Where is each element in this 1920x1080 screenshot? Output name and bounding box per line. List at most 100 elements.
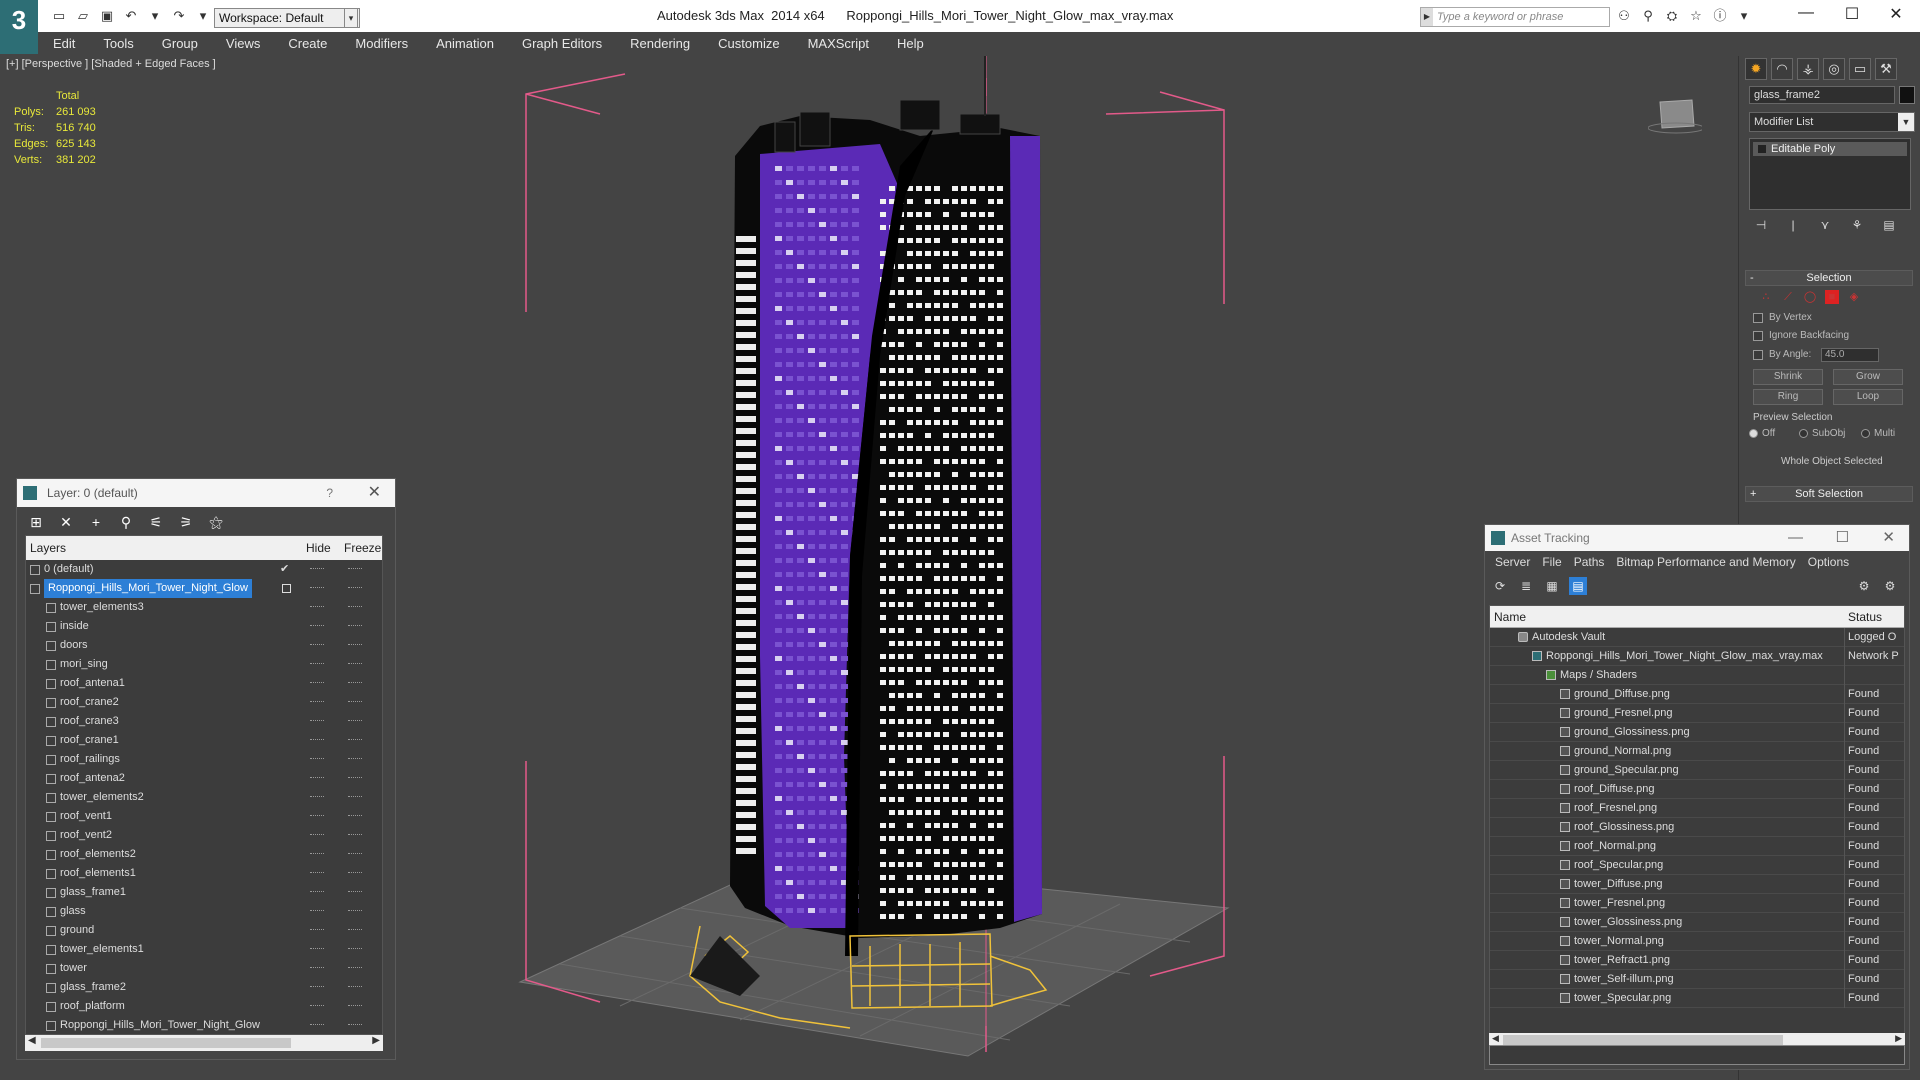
- asset-row[interactable]: Roppongi_Hills_Mori_Tower_Night_Glow_max…: [1490, 647, 1904, 666]
- hierarchy-tab-icon[interactable]: ⚶: [1797, 58, 1819, 80]
- stack-item-editable-poly[interactable]: Editable Poly: [1753, 142, 1907, 156]
- search-icon[interactable]: ⚲: [1640, 8, 1656, 24]
- subscription-icon[interactable]: ⛭: [1664, 8, 1680, 24]
- asset-row[interactable]: roof_Fresnel.png Found: [1490, 799, 1904, 818]
- maximize-icon[interactable]: ☐: [1832, 4, 1872, 24]
- asset-row[interactable]: tower_Diffuse.png Found: [1490, 875, 1904, 894]
- layer-name[interactable]: inside: [60, 617, 89, 636]
- layer-name[interactable]: roof_vent2: [60, 826, 112, 845]
- app-logo-icon[interactable]: 3: [0, 0, 38, 54]
- set-current-layer-icon[interactable]: [282, 584, 291, 593]
- layer-name[interactable]: ground: [60, 921, 94, 940]
- hide-toggle[interactable]: [310, 815, 324, 817]
- layer-row[interactable]: roof_elements2: [26, 845, 382, 864]
- col-name[interactable]: Name: [1494, 610, 1526, 624]
- asset-row[interactable]: Maps / Shaders: [1490, 666, 1904, 685]
- hide-toggle[interactable]: [310, 929, 324, 931]
- layer-name[interactable]: Roppongi_Hills_Mori_Tower_Night_Glow: [44, 579, 252, 598]
- asset-row[interactable]: ground_Diffuse.png Found: [1490, 685, 1904, 704]
- modify-tab-icon[interactable]: ◠: [1771, 58, 1793, 80]
- settings-icon[interactable]: ⚙: [1881, 577, 1899, 595]
- minimize-icon[interactable]: —: [1786, 4, 1826, 22]
- freeze-toggle[interactable]: [348, 587, 362, 589]
- layer-name[interactable]: tower_elements2: [60, 788, 144, 807]
- asset-menu-options[interactable]: Options: [1802, 551, 1855, 573]
- col-layers[interactable]: Layers: [30, 541, 66, 555]
- hide-toggle[interactable]: [310, 568, 324, 570]
- freeze-toggle[interactable]: [348, 948, 362, 950]
- maximize-icon[interactable]: ☐: [1836, 525, 1849, 551]
- asset-menu-file[interactable]: File: [1536, 551, 1567, 573]
- layer-row[interactable]: roof_antena2: [26, 769, 382, 788]
- by-angle-checkbox[interactable]: By Angle:: [1753, 349, 1811, 360]
- hide-toggle[interactable]: [310, 739, 324, 741]
- select-in-layer-icon[interactable]: ⚲: [117, 513, 135, 531]
- asset-path-field[interactable]: [1489, 1045, 1905, 1065]
- layer-row[interactable]: tower_elements3: [26, 598, 382, 617]
- shrink-button[interactable]: Shrink: [1753, 369, 1823, 385]
- grow-button[interactable]: Grow: [1833, 369, 1903, 385]
- layer-row[interactable]: glass_frame1: [26, 883, 382, 902]
- add-to-layer-icon[interactable]: +: [87, 513, 105, 531]
- minimize-icon[interactable]: —: [1788, 525, 1803, 551]
- hide-toggle[interactable]: [310, 663, 324, 665]
- hide-toggle[interactable]: [310, 701, 324, 703]
- border-icon[interactable]: ◯: [1803, 290, 1817, 304]
- checkbox-box[interactable]: [1753, 349, 1763, 360]
- thumbnail-view-icon[interactable]: ▦: [1543, 577, 1561, 595]
- save-icon[interactable]: ▣: [98, 8, 116, 24]
- freeze-toggle[interactable]: [348, 967, 362, 969]
- remove-modifier-icon[interactable]: ⚘: [1849, 218, 1865, 234]
- layer-name[interactable]: 0 (default): [44, 560, 94, 579]
- layer-name[interactable]: roof_railings: [60, 750, 120, 769]
- layer-row[interactable]: tower_elements2: [26, 788, 382, 807]
- scroll-thumb[interactable]: [1503, 1035, 1783, 1045]
- close-icon[interactable]: ✕: [368, 479, 381, 507]
- layer-name[interactable]: roof_antena2: [60, 769, 125, 788]
- hide-toggle[interactable]: [310, 625, 324, 627]
- angle-spinner[interactable]: 45.0: [1821, 348, 1879, 362]
- asset-row[interactable]: tower_Self-illum.png Found: [1490, 970, 1904, 989]
- asset-row[interactable]: ground_Specular.png Found: [1490, 761, 1904, 780]
- freeze-toggle[interactable]: [348, 682, 362, 684]
- layer-row[interactable]: roof_vent2: [26, 826, 382, 845]
- menu-maxscript[interactable]: MAXScript: [793, 32, 882, 54]
- asset-row[interactable]: tower_Glossiness.png Found: [1490, 913, 1904, 932]
- hide-toggle[interactable]: [310, 948, 324, 950]
- asset-row[interactable]: roof_Normal.png Found: [1490, 837, 1904, 856]
- hide-toggle[interactable]: [310, 587, 324, 589]
- asset-row[interactable]: ground_Glossiness.png Found: [1490, 723, 1904, 742]
- by-vertex-checkbox[interactable]: By Vertex: [1753, 312, 1812, 323]
- layer-name[interactable]: Roppongi_Hills_Mori_Tower_Night_Glow: [60, 1016, 260, 1035]
- freeze-toggle[interactable]: [348, 701, 362, 703]
- preview-multi-radio[interactable]: Multi: [1861, 428, 1895, 439]
- help-icon[interactable]: ⓘ: [1712, 8, 1728, 24]
- create-tab-icon[interactable]: ✹: [1745, 58, 1767, 80]
- undo-icon[interactable]: ↶: [122, 8, 140, 24]
- close-icon[interactable]: ✕: [1882, 525, 1895, 551]
- hide-toggle[interactable]: [310, 853, 324, 855]
- layer-row[interactable]: roof_vent1: [26, 807, 382, 826]
- favorites-star-icon[interactable]: ☆: [1688, 8, 1704, 24]
- layer-row[interactable]: tower_elements1: [26, 940, 382, 959]
- asset-row[interactable]: roof_Specular.png Found: [1490, 856, 1904, 875]
- horizontal-scrollbar[interactable]: ◀ ▶: [25, 1035, 383, 1051]
- hide-toggle[interactable]: [310, 606, 324, 608]
- help-dropdown-icon[interactable]: ▾: [1736, 8, 1752, 24]
- layer-row[interactable]: roof_crane3: [26, 712, 382, 731]
- layer-row[interactable]: Roppongi_Hills_Mori_Tower_Night_Glow: [26, 1016, 382, 1035]
- freeze-toggle[interactable]: [348, 720, 362, 722]
- freeze-toggle[interactable]: [348, 568, 362, 570]
- layer-row[interactable]: roof_elements1: [26, 864, 382, 883]
- layer-row[interactable]: roof_crane1: [26, 731, 382, 750]
- layer-row[interactable]: tower: [26, 959, 382, 978]
- make-unique-icon[interactable]: ⋎: [1817, 218, 1833, 234]
- menu-edit[interactable]: Edit: [38, 32, 88, 54]
- asset-menu-server[interactable]: Server: [1489, 551, 1536, 573]
- new-file-icon[interactable]: ▭: [50, 8, 68, 24]
- display-tab-icon[interactable]: ▭: [1849, 58, 1871, 80]
- workspace-dropdown[interactable]: Workspace: Default ▼: [214, 8, 360, 28]
- workspace-menu-icon[interactable]: ▾: [344, 8, 358, 28]
- scroll-left-icon[interactable]: ◀: [1492, 1033, 1499, 1044]
- undo-dropdown-icon[interactable]: ▾: [146, 8, 164, 24]
